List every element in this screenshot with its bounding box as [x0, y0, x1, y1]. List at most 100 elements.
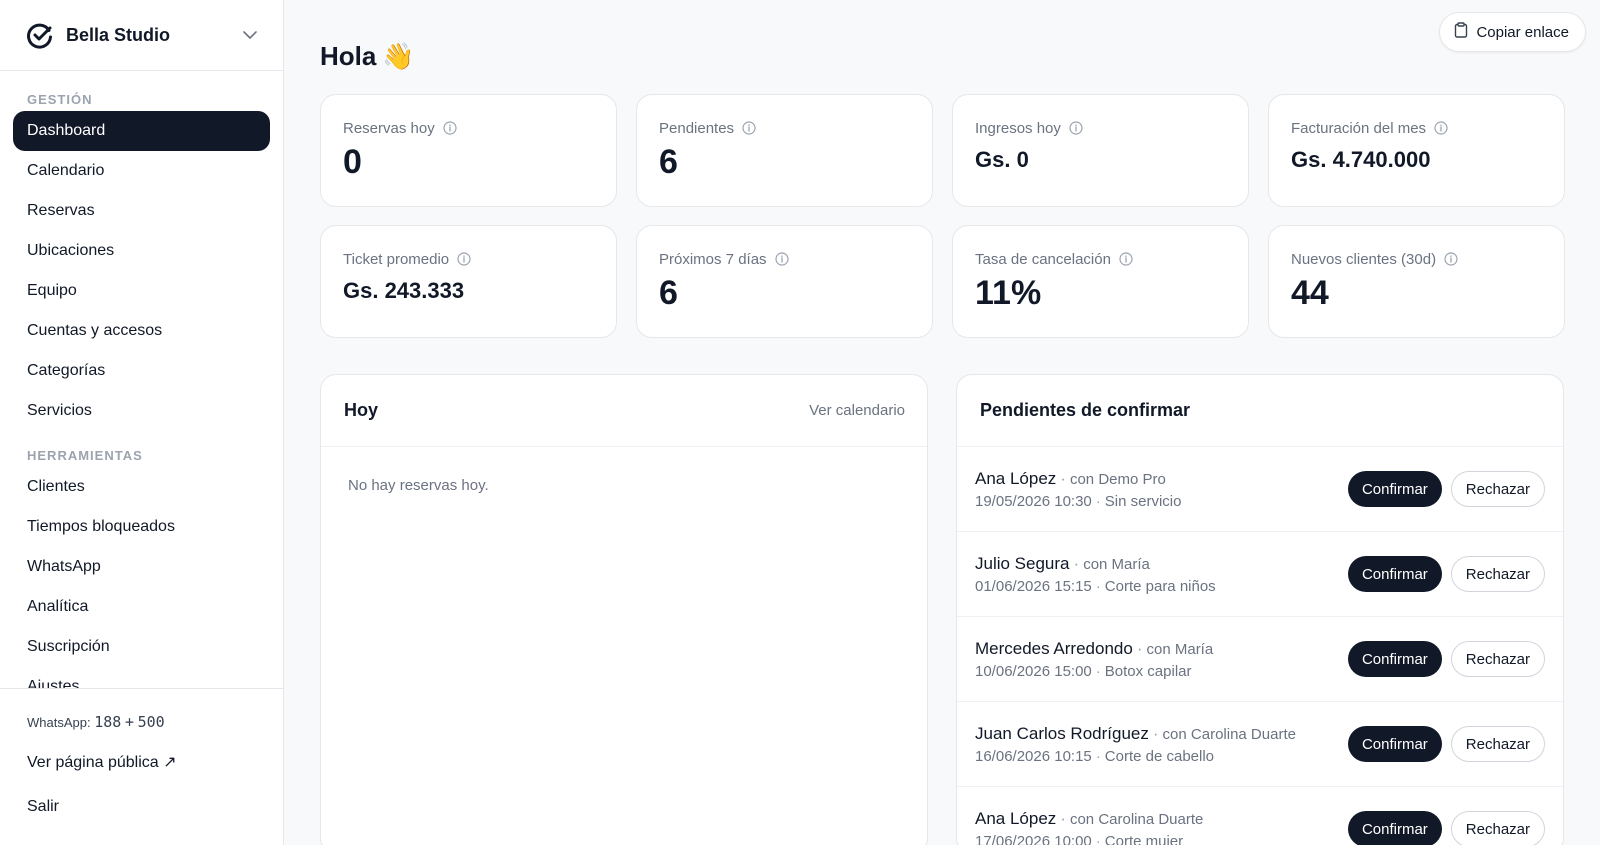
app-root: Bella Studio GESTIÓN Dashboard Calendari… [0, 0, 1600, 845]
pending-row-details: 16/06/2026 10:15 · Corte de cabello [975, 747, 1215, 765]
whatsapp-usage-limit: 500 [137, 713, 165, 731]
stat-card-reservas-hoy: Reservas hoy 0 [320, 94, 617, 207]
whatsapp-usage-label: WhatsApp: [27, 715, 91, 730]
check-circle-icon [26, 21, 54, 49]
confirm-button[interactable]: Confirmar [1347, 556, 1442, 592]
info-icon[interactable] [742, 121, 756, 135]
pending-row-info: Juan Carlos Rodríguez · con Carolina Duart… [975, 724, 1348, 765]
client-name: Ana López [975, 468, 1057, 488]
stat-card-facturacion-mes: Facturación del mes Gs. 4.740.000 [1268, 94, 1565, 207]
booking-service: Corte para niños [1104, 577, 1216, 595]
sidebar-item-servicios[interactable]: Servicios [13, 391, 270, 431]
pending-list: Ana López · con Demo Pro 19/05/2026 10:30 ·… [957, 447, 1563, 845]
sidebar: Bella Studio GESTIÓN Dashboard Calendari… [0, 0, 284, 845]
page-title: Hola 👋 [320, 36, 1564, 76]
pending-row: Mercedes Arredondo · con María 10/06/2026 … [957, 617, 1563, 702]
booking-datetime: 17/06/2026 10:00 [975, 832, 1092, 845]
brand-switcher[interactable]: Bella Studio [0, 0, 283, 71]
sidebar-item-clientes[interactable]: Clientes [13, 467, 270, 507]
pending-row-title: Mercedes Arredondo · con María [975, 638, 1214, 658]
stat-label: Ingresos hoy [975, 119, 1226, 137]
stat-card-ticket-promedio: Ticket promedio Gs. 243.333 [320, 225, 617, 338]
pending-row-title: Ana López · con Demo Pro [975, 468, 1166, 488]
info-icon[interactable] [1444, 252, 1458, 266]
stat-value: Gs. 4.740.000 [1291, 147, 1431, 172]
public-page-link[interactable]: Ver página pública ↗ [27, 741, 283, 785]
info-icon[interactable] [1434, 121, 1448, 135]
sidebar-item-reservas[interactable]: Reservas [13, 191, 270, 231]
info-icon[interactable] [457, 252, 471, 266]
reject-button[interactable]: Rechazar [1450, 556, 1545, 592]
sidebar-item-equipo[interactable]: Equipo [13, 271, 270, 311]
stat-label-text: Nuevos clientes (30d) [1291, 250, 1437, 268]
pending-row-details: 17/06/2026 10:00 · Corte mujer [975, 833, 1348, 845]
reject-button[interactable]: Rechazar [1450, 726, 1545, 762]
pending-row: Juan Carlos Rodríguez · con Carolina Duart… [957, 702, 1563, 787]
pending-panel-title: Pendientes de confirmar [980, 400, 1191, 420]
confirm-button[interactable]: Confirmar [1347, 471, 1442, 507]
stat-label: Reservas hoy [343, 119, 594, 137]
chevron-down-icon[interactable] [241, 26, 259, 44]
stat-label: Pendientes [659, 119, 910, 137]
today-panel-header: Hoy Ver calendario [321, 375, 927, 447]
booking-datetime: 16/06/2026 10:15 [975, 747, 1092, 765]
stat-card-proximos-7-dias: Próximos 7 días 6 [636, 225, 933, 338]
booking-datetime: 01/06/2026 15:15 [975, 577, 1092, 595]
copy-link-label: Copiar enlace [1476, 23, 1569, 41]
stat-card-ingresos-hoy: Ingresos hoy Gs. 0 [952, 94, 1249, 207]
sidebar-item-cuentas[interactable]: Cuentas y accesos [13, 311, 270, 351]
sidebar-item-whatsapp[interactable]: WhatsApp [13, 547, 270, 587]
info-icon[interactable] [1119, 252, 1133, 266]
pending-row-info: Mercedes Arredondo · con María 10/06/2026 … [975, 639, 1348, 680]
reject-button[interactable]: Rechazar [1450, 471, 1545, 507]
info-icon[interactable] [774, 252, 789, 266]
sidebar-item-calendario[interactable]: Calendario [13, 151, 270, 191]
confirm-button[interactable]: Confirmar [1347, 811, 1442, 845]
sidebar-item-analitica[interactable]: Analítica [13, 587, 270, 627]
logout-link[interactable]: Salir [27, 785, 283, 829]
view-calendar-link[interactable]: Ver calendario [809, 402, 905, 419]
stat-label: Tasa de cancelación [975, 250, 1226, 268]
client-name: Ana López [975, 808, 1057, 828]
info-icon[interactable] [1069, 121, 1083, 135]
booking-service: Corte de cabello [1104, 747, 1215, 765]
booking-datetime: 10/06/2026 15:00 [975, 662, 1092, 680]
reject-button[interactable]: Rechazar [1450, 641, 1545, 677]
client-name: Juan Carlos Rodríguez [975, 723, 1149, 743]
staff-name: con María [1146, 640, 1214, 658]
sidebar-item-categorias[interactable]: Categorías [13, 351, 270, 391]
stat-card-pendientes: Pendientes 6 [636, 94, 933, 207]
sidebar-item-suscripcion[interactable]: Suscripción [13, 627, 270, 667]
confirm-button[interactable]: Confirmar [1347, 726, 1442, 762]
pending-row-details: 19/05/2026 10:30 · Sin servicio [975, 492, 1182, 510]
pending-panel-header: Pendientes de confirmar [957, 375, 1563, 447]
stat-value: 6 [659, 143, 678, 181]
client-name: Julio Segura [975, 553, 1070, 573]
confirm-button[interactable]: Confirmar [1347, 641, 1442, 677]
copy-link-button[interactable]: Copiar enlace [1439, 12, 1586, 52]
pending-row-details: 01/06/2026 15:15 · Corte para niños [975, 577, 1216, 595]
sidebar-item-ubicaciones[interactable]: Ubicaciones [13, 231, 270, 271]
whatsapp-usage-count: 188 [94, 713, 122, 731]
pending-row-info: Ana López · con Carolina Duarte 17/06/2026… [975, 809, 1348, 845]
sidebar-item-dashboard[interactable]: Dashboard [13, 111, 270, 151]
page-title-text: Hola [320, 40, 377, 71]
stat-label: Próximos 7 días [659, 250, 910, 268]
sidebar-nav: GESTIÓN Dashboard Calendario Reservas Ub… [0, 71, 283, 688]
pending-row-info: Ana López · con Demo Pro 19/05/2026 10:30 ·… [975, 469, 1348, 510]
stat-value: 0 [343, 143, 362, 181]
whatsapp-usage-plus: + [124, 713, 134, 731]
today-panel: Hoy Ver calendario No hay reservas hoy. [320, 374, 928, 845]
nav-section-herramientas: HERRAMIENTAS [27, 448, 143, 463]
sidebar-item-ajustes[interactable]: Ajustes [13, 667, 270, 688]
reject-button[interactable]: Rechazar [1450, 811, 1545, 845]
stat-value: 44 [1291, 274, 1329, 312]
whatsapp-usage: WhatsApp: 188 + 500 [27, 703, 283, 741]
stats-grid: Reservas hoy 0 Pendientes 6 Ingresos hoy… [320, 94, 1565, 338]
stat-label-text: Facturación del mes [1291, 119, 1427, 137]
booking-service: Botox capilar [1104, 662, 1192, 680]
info-icon[interactable] [443, 121, 457, 135]
stat-label-text: Tasa de cancelación [975, 250, 1111, 268]
sidebar-item-tiempos-bloqueados[interactable]: Tiempos bloqueados [13, 507, 270, 547]
pending-row-title: Julio Segura · con María [975, 553, 1150, 573]
